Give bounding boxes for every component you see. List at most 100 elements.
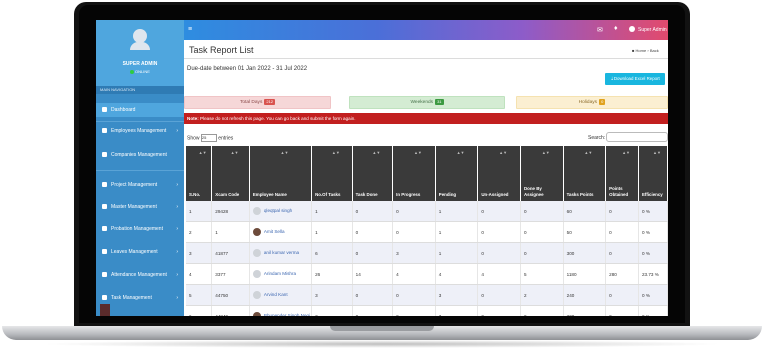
column-header[interactable]: ▲▼ Employee Name [249,146,313,201]
table-cell: Arindam Mishra [249,263,313,285]
sidebar-item-companies[interactable]: Companies Management [96,148,184,162]
table-cell: 1 [311,201,353,222]
sort-icon: ▲▼ [230,150,239,155]
sidebar-item-employees[interactable]: Employees Management › [96,124,184,138]
column-header[interactable]: ▲▼ No.Of Tasks [311,146,353,201]
main-content: Task Report List ■ Home › Back Due-date … [184,40,668,316]
column-header[interactable]: ▲▼ Xcam Code [211,146,250,201]
table-cell: 1 [186,201,213,222]
table-cell: 0 [352,284,394,306]
online-status: ONLINE [96,69,184,74]
table-cell: 3 [311,305,353,316]
table-cell: 1 [211,221,250,243]
table-cell: anil kumar verma [249,242,313,264]
entries-select[interactable]: 25 [200,134,217,142]
table-cell: 2 [186,221,213,243]
table-cell: 4 [477,263,521,285]
employee-name-link[interactable]: Amit Sella [264,229,285,234]
sidebar-divider [96,170,184,171]
column-header[interactable]: ▲▼ Tasks Points [563,146,607,201]
hamburger-menu-icon[interactable]: ≡ [188,26,192,33]
column-header[interactable]: ▲▼ Un-Assigned [477,146,521,201]
column-header[interactable]: ▲▼ Task Done [352,146,394,201]
chevron-right-icon: › [176,249,178,255]
employee-avatar-icon [252,291,261,299]
table-cell: 14 [352,263,394,285]
chevron-right-icon: › [176,295,178,301]
bell-icon[interactable]: ♦ [614,25,618,32]
employee-avatar-icon [252,228,261,236]
employee-avatar-icon [252,249,261,257]
employee-name-link[interactable]: Bhupender Singh Negi [264,313,310,316]
table-cell: 3 [435,305,479,316]
task-report-table: ▲▼ S.No. ▲▼ Xcam Code ▲▼ Employee Name ▲▼ No… [186,146,668,316]
table-cell: Arvind Kant [249,284,313,306]
table-cell: 0 [392,305,436,316]
table-cell: 4 [392,263,436,285]
column-header[interactable]: ▲▼ Pending [435,146,479,201]
column-header[interactable]: ▲▼ Done By Assignee [520,146,564,201]
column-header[interactable]: ▲▼ In Progress [392,146,436,201]
laptop-shadow [40,340,724,348]
table-cell: 0 [605,305,639,316]
sort-icon: ▲▼ [499,150,508,155]
table-cell: 0 [477,305,521,316]
table-cell: 1 [435,201,479,222]
column-header[interactable]: ▲▼ Efficiency [638,146,668,201]
mail-icon[interactable]: ✉ [597,26,603,34]
column-header[interactable]: ▲▼ Points Obtained [605,146,639,201]
sort-icon: ▲▼ [584,150,593,155]
home-icon: ■ [632,48,635,53]
topbar-user-name[interactable]: Super Admin [638,27,667,33]
user-avatar-icon[interactable] [629,26,635,32]
refresh-note: Note: Please do not refresh this page. Y… [184,113,668,124]
holidays-card: Holidays 0 [516,96,668,109]
table-cell: 0 [605,284,639,306]
table-cell: 26 [311,263,353,285]
sidebar-item-tasks[interactable]: Task Management › [96,291,184,305]
sidebar-item-master[interactable]: Master Management › [96,200,184,214]
table-cell: 4 [186,263,213,285]
sidebar-item-probation[interactable]: Probation Management › [96,222,184,236]
table-cell: 3377 [211,263,250,285]
table-cell: 23.73 % [638,263,668,285]
table-row: 5 44750 Arvind Kant 3 0 0 3 0 2 240 0 0 % [186,284,668,306]
breadcrumb-back[interactable]: Back [650,48,659,53]
sort-icon: ▲▼ [456,150,465,155]
dashboard-icon [102,107,107,113]
table-cell: 0 [520,221,564,243]
title-divider [184,58,668,59]
sidebar-item-leaves[interactable]: Leaves Management › [96,245,184,259]
table-cell: 0 [520,305,564,316]
sidebar-item-attendance[interactable]: Attendance Management › [96,268,184,282]
search-input[interactable] [606,132,668,142]
sidebar-item-projects[interactable]: Project Management › [96,178,184,192]
table-cell: qleqtpal singh [249,201,313,222]
table-cell: 0 % [638,242,668,264]
employee-name-link[interactable]: anil kumar verma [264,250,299,255]
table-cell: 5 [520,263,564,285]
breadcrumb-home[interactable]: Home [636,48,647,53]
employee-name-link[interactable]: qleqtpal singh [264,208,292,213]
employee-name-link[interactable]: Arindam Mishra [264,271,296,276]
sort-icon: ▲▼ [372,150,381,155]
sidebar-item-dashboard[interactable]: Dashboard [96,103,184,117]
tasks-icon [102,295,107,301]
employee-name-link[interactable]: Arvind Kant [264,292,288,297]
holidays-badge: 0 [599,99,606,105]
table-row: 1 29428 qleqtpal singh 1 0 0 1 0 0 60 0 0 % [186,201,668,222]
breadcrumb: ■ Home › Back [632,48,659,53]
table-cell: 3 [311,284,353,306]
sort-icon: ▲▼ [541,150,550,155]
projects-icon [102,182,107,188]
column-header[interactable]: ▲▼ S.No. [186,146,213,201]
sidebar-user-name: SUPER ADMIN [122,61,158,67]
sort-icon: ▲▼ [652,150,661,155]
total-days-badge: 212 [264,99,276,105]
download-excel-button[interactable]: ⇣Download Excel Report [605,73,665,85]
page-title: Task Report List [189,45,254,55]
table-cell: 0 % [638,201,668,222]
table-cell: 0 [392,284,436,306]
table-cell: 240 [563,284,607,306]
table-cell: 0 [477,201,521,222]
